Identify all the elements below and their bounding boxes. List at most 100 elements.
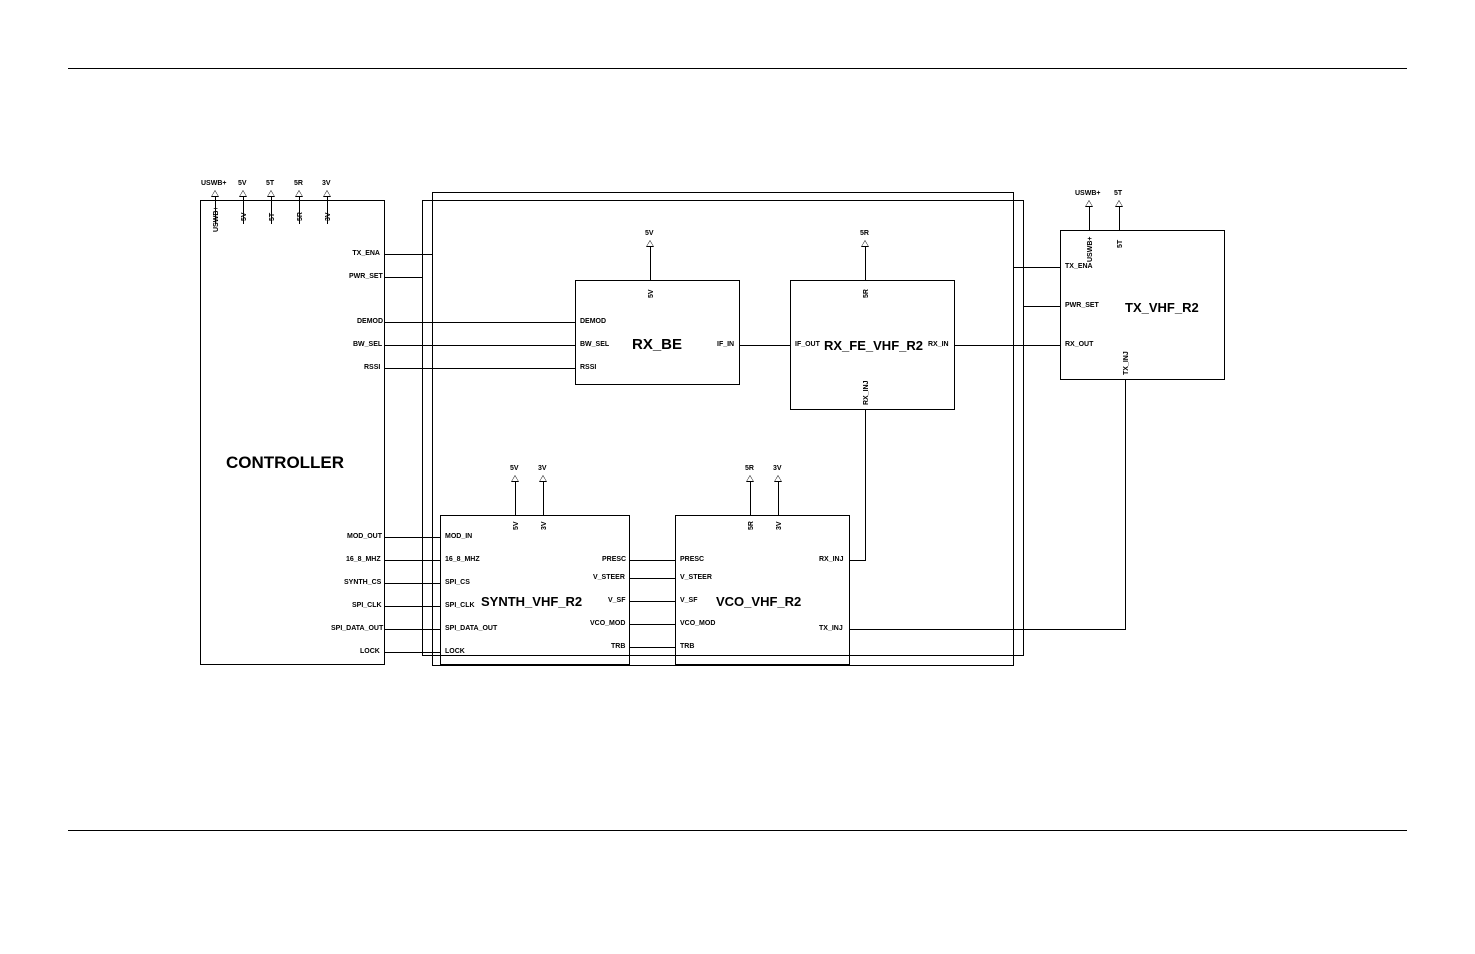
- wire: [865, 247, 866, 280]
- wire: [955, 345, 1060, 346]
- wire: [740, 345, 790, 346]
- pin-label: VCO_MOD: [680, 620, 715, 627]
- power-in-label: 5V: [513, 521, 520, 530]
- pin-label: PWR_SET: [1065, 302, 1099, 309]
- arrow-icon: [211, 190, 219, 197]
- header-rule: [68, 68, 1407, 69]
- wire: [385, 322, 575, 323]
- arrow-icon: [239, 190, 247, 197]
- pin-label: V_SF: [608, 597, 626, 604]
- wire: [1023, 200, 1024, 655]
- block-controller: CONTROLLER: [200, 200, 385, 665]
- pin-label: SPI_DATA_OUT: [445, 625, 497, 632]
- pin-label: PRESC: [680, 556, 704, 563]
- wire: [385, 277, 422, 278]
- wire: [385, 629, 440, 630]
- wire: [750, 482, 751, 515]
- power-in-label: 5R: [748, 521, 755, 530]
- wire: [1023, 306, 1060, 307]
- wire: [385, 345, 575, 346]
- rx-fe-title: RX_FE_VHF_R2: [824, 338, 923, 353]
- wire: [850, 560, 866, 561]
- power-in-label: 3V: [541, 521, 548, 530]
- block-rx-be: RX_BE: [575, 280, 740, 385]
- arrow-icon: [861, 240, 869, 247]
- wire: [432, 665, 1014, 666]
- pin-label: RX_IN: [928, 341, 949, 348]
- wire: [650, 247, 651, 280]
- wire: [630, 578, 675, 579]
- arrow-icon: [295, 190, 303, 197]
- pin-label: DEMOD: [580, 318, 606, 325]
- wire: [630, 560, 675, 561]
- arrow-icon: [323, 190, 331, 197]
- wire: [778, 482, 779, 515]
- wire: [422, 200, 1023, 201]
- pin-label: TX_INJ: [1123, 351, 1130, 375]
- power-label: USWB+: [201, 180, 226, 187]
- wire: [385, 368, 575, 369]
- pin-label: DEMOD: [357, 318, 383, 325]
- pin-label: SPI_CS: [445, 579, 470, 586]
- power-label: 3V: [538, 465, 547, 472]
- pin-label: RX_OUT: [1065, 341, 1093, 348]
- arrow-icon: [746, 475, 754, 482]
- power-label: 5V: [238, 180, 247, 187]
- power-label: 5R: [745, 465, 754, 472]
- pin-label: V_STEER: [593, 574, 625, 581]
- pin-label: LOCK: [445, 648, 465, 655]
- pin-label: SPI_DATA_OUT: [331, 625, 383, 632]
- power-label: 5R: [294, 180, 303, 187]
- pin-label: TRB: [611, 643, 625, 650]
- pin-label: TX_INJ: [819, 625, 843, 632]
- pin-label: TRB: [680, 643, 694, 650]
- power-in-label: USWB+: [213, 207, 220, 232]
- power-label: 3V: [773, 465, 782, 472]
- pin-label: SPI_CLK: [445, 602, 475, 609]
- rx-be-title: RX_BE: [632, 336, 682, 353]
- wire: [385, 583, 440, 584]
- wire: [865, 410, 866, 560]
- footer-rule: [68, 830, 1407, 831]
- vco-title: VCO_VHF_R2: [716, 594, 801, 609]
- pin-label: BW_SEL: [353, 341, 382, 348]
- wire: [1013, 267, 1060, 268]
- power-label: 3V: [322, 180, 331, 187]
- power-in-label: 5R: [863, 289, 870, 298]
- pin-label: TX_ENA: [1065, 263, 1093, 270]
- power-label: 5R: [860, 230, 869, 237]
- arrow-icon: [539, 475, 547, 482]
- power-in-label: 3V: [325, 212, 332, 221]
- synth-title: SYNTH_VHF_R2: [481, 594, 582, 609]
- wire: [385, 537, 440, 538]
- wire: [543, 482, 544, 515]
- wire: [385, 560, 440, 561]
- pin-label: RX_INJ: [863, 380, 870, 405]
- pin-label: IF_IN: [717, 341, 734, 348]
- arrow-icon: [1115, 200, 1123, 207]
- arrow-icon: [511, 475, 519, 482]
- arrow-icon: [646, 240, 654, 247]
- wire: [432, 192, 1013, 193]
- pin-label: RSSI: [580, 364, 596, 371]
- pin-label: 16_8_MHZ: [346, 556, 381, 563]
- pin-label: V_SF: [680, 597, 698, 604]
- pin-label: IF_OUT: [795, 341, 820, 348]
- power-label: 5T: [266, 180, 274, 187]
- power-label: USWB+: [1075, 190, 1100, 197]
- arrow-icon: [774, 475, 782, 482]
- arrow-icon: [1085, 200, 1093, 207]
- power-in-label: 5T: [269, 213, 276, 221]
- power-label: 5V: [645, 230, 654, 237]
- power-in-label: USWB+: [1087, 237, 1094, 262]
- pin-label: PWR_SET: [349, 273, 383, 280]
- pin-label: BW_SEL: [580, 341, 609, 348]
- pin-label: PRESC: [602, 556, 626, 563]
- power-in-label: 3V: [776, 521, 783, 530]
- pin-label: TX_ENA: [352, 250, 380, 257]
- power-in-label: 5V: [648, 289, 655, 298]
- wire: [1125, 380, 1126, 630]
- pin-label: SYNTH_CS: [344, 579, 381, 586]
- wire: [385, 652, 440, 653]
- pin-label: MOD_IN: [445, 533, 472, 540]
